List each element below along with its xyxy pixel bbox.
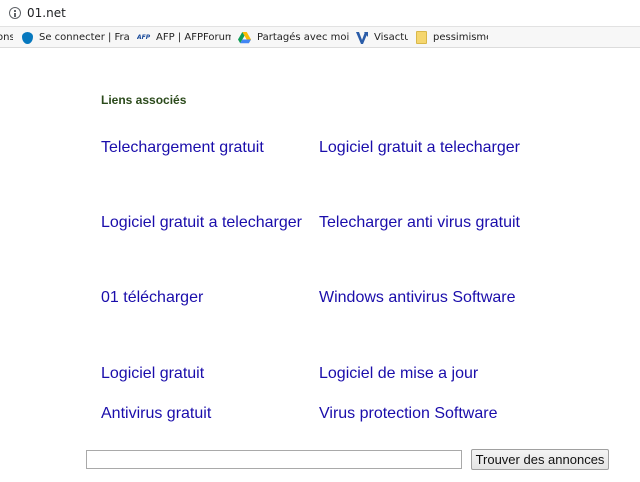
address-bar[interactable]: 01.net: [0, 0, 640, 27]
related-links-title: Liens associés: [101, 93, 187, 107]
bookmark-item-partages[interactable]: Partagés avec moi - G: [238, 27, 349, 47]
ad-link[interactable]: Telecharger anti virus gratuit: [319, 205, 529, 240]
ad-link[interactable]: Logiciel de mise a jour: [319, 356, 539, 391]
info-icon[interactable]: [9, 7, 21, 19]
ad-link[interactable]: Logiciel gratuit a telecharger: [101, 205, 311, 240]
afp-icon: AFP: [137, 33, 151, 41]
bookmark-item-se-connecter[interactable]: Se connecter | France: [22, 27, 130, 47]
google-drive-icon: [238, 31, 251, 44]
bookmarks-bar: ons Se connecter | France AFP AFP | AFPF…: [0, 27, 640, 48]
bookmark-label: Visactu: [374, 32, 408, 43]
bookmark-label: AFP | AFPForum |: [156, 32, 231, 43]
search-input[interactable]: [86, 450, 462, 469]
bookmark-label: Partagés avec moi - G: [257, 32, 349, 43]
bookmark-label: ons: [0, 32, 13, 43]
folder-icon: [416, 31, 427, 44]
ad-link[interactable]: Antivirus gratuit: [101, 396, 311, 431]
bookmark-item-visactu[interactable]: Visactu: [356, 27, 408, 47]
url-text[interactable]: 01.net: [27, 6, 66, 20]
find-ads-button[interactable]: Trouver des annonces: [471, 449, 609, 470]
ad-link[interactable]: 01 télécharger: [101, 280, 311, 315]
ad-link[interactable]: Virus protection Software: [319, 396, 539, 431]
drupal-icon: [22, 31, 33, 44]
bookmark-item-pessimisme[interactable]: pessimisme: [416, 27, 488, 47]
ad-link[interactable]: Windows antivirus Software: [319, 280, 529, 315]
ad-link[interactable]: Telechargement gratuit: [101, 130, 311, 165]
ad-link[interactable]: Logiciel gratuit: [101, 356, 311, 391]
bookmark-label: Se connecter | France: [39, 32, 130, 43]
bookmark-item-afp[interactable]: AFP AFP | AFPForum |: [137, 27, 231, 47]
visactu-icon: [356, 31, 368, 44]
bookmark-label: pessimisme: [433, 32, 488, 43]
bookmark-item-partial[interactable]: ons: [0, 27, 13, 47]
ad-link[interactable]: Logiciel gratuit a telecharger: [319, 130, 529, 165]
